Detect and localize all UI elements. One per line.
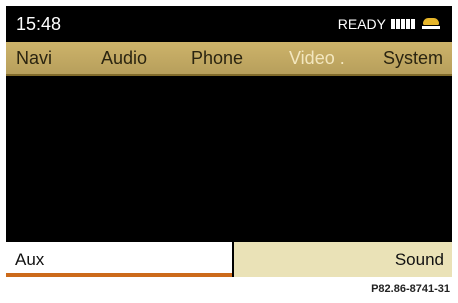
status-indicators: READY	[338, 15, 442, 33]
video-content-area	[6, 76, 452, 242]
menu-item-system[interactable]: System	[383, 48, 443, 68]
main-menu-bar: Navi Audio Phone Video . System	[6, 42, 452, 76]
signal-strength-icon	[391, 19, 416, 29]
bottom-bar: Aux Sound	[6, 242, 452, 277]
status-text: READY	[337, 16, 386, 32]
menu-item-audio[interactable]: Audio	[101, 48, 147, 68]
clock: 15:48	[16, 14, 62, 34]
menu-item-video[interactable]: Video .	[289, 48, 345, 68]
sound-label: Sound	[394, 250, 444, 269]
figure-reference-code: P82.86-8741-31	[371, 283, 450, 295]
menu-item-phone[interactable]: Phone	[191, 48, 243, 68]
menu-item-navi[interactable]: Navi	[16, 48, 52, 68]
phone-icon	[422, 18, 442, 30]
aux-label: Aux	[15, 250, 45, 269]
aux-button[interactable]: Aux	[6, 242, 232, 277]
display-screen: 15:48 READY Navi Audio Phone Video . Sys…	[6, 6, 452, 277]
status-bar: 15:48 READY	[6, 6, 452, 42]
sound-button[interactable]: Sound	[234, 242, 452, 277]
